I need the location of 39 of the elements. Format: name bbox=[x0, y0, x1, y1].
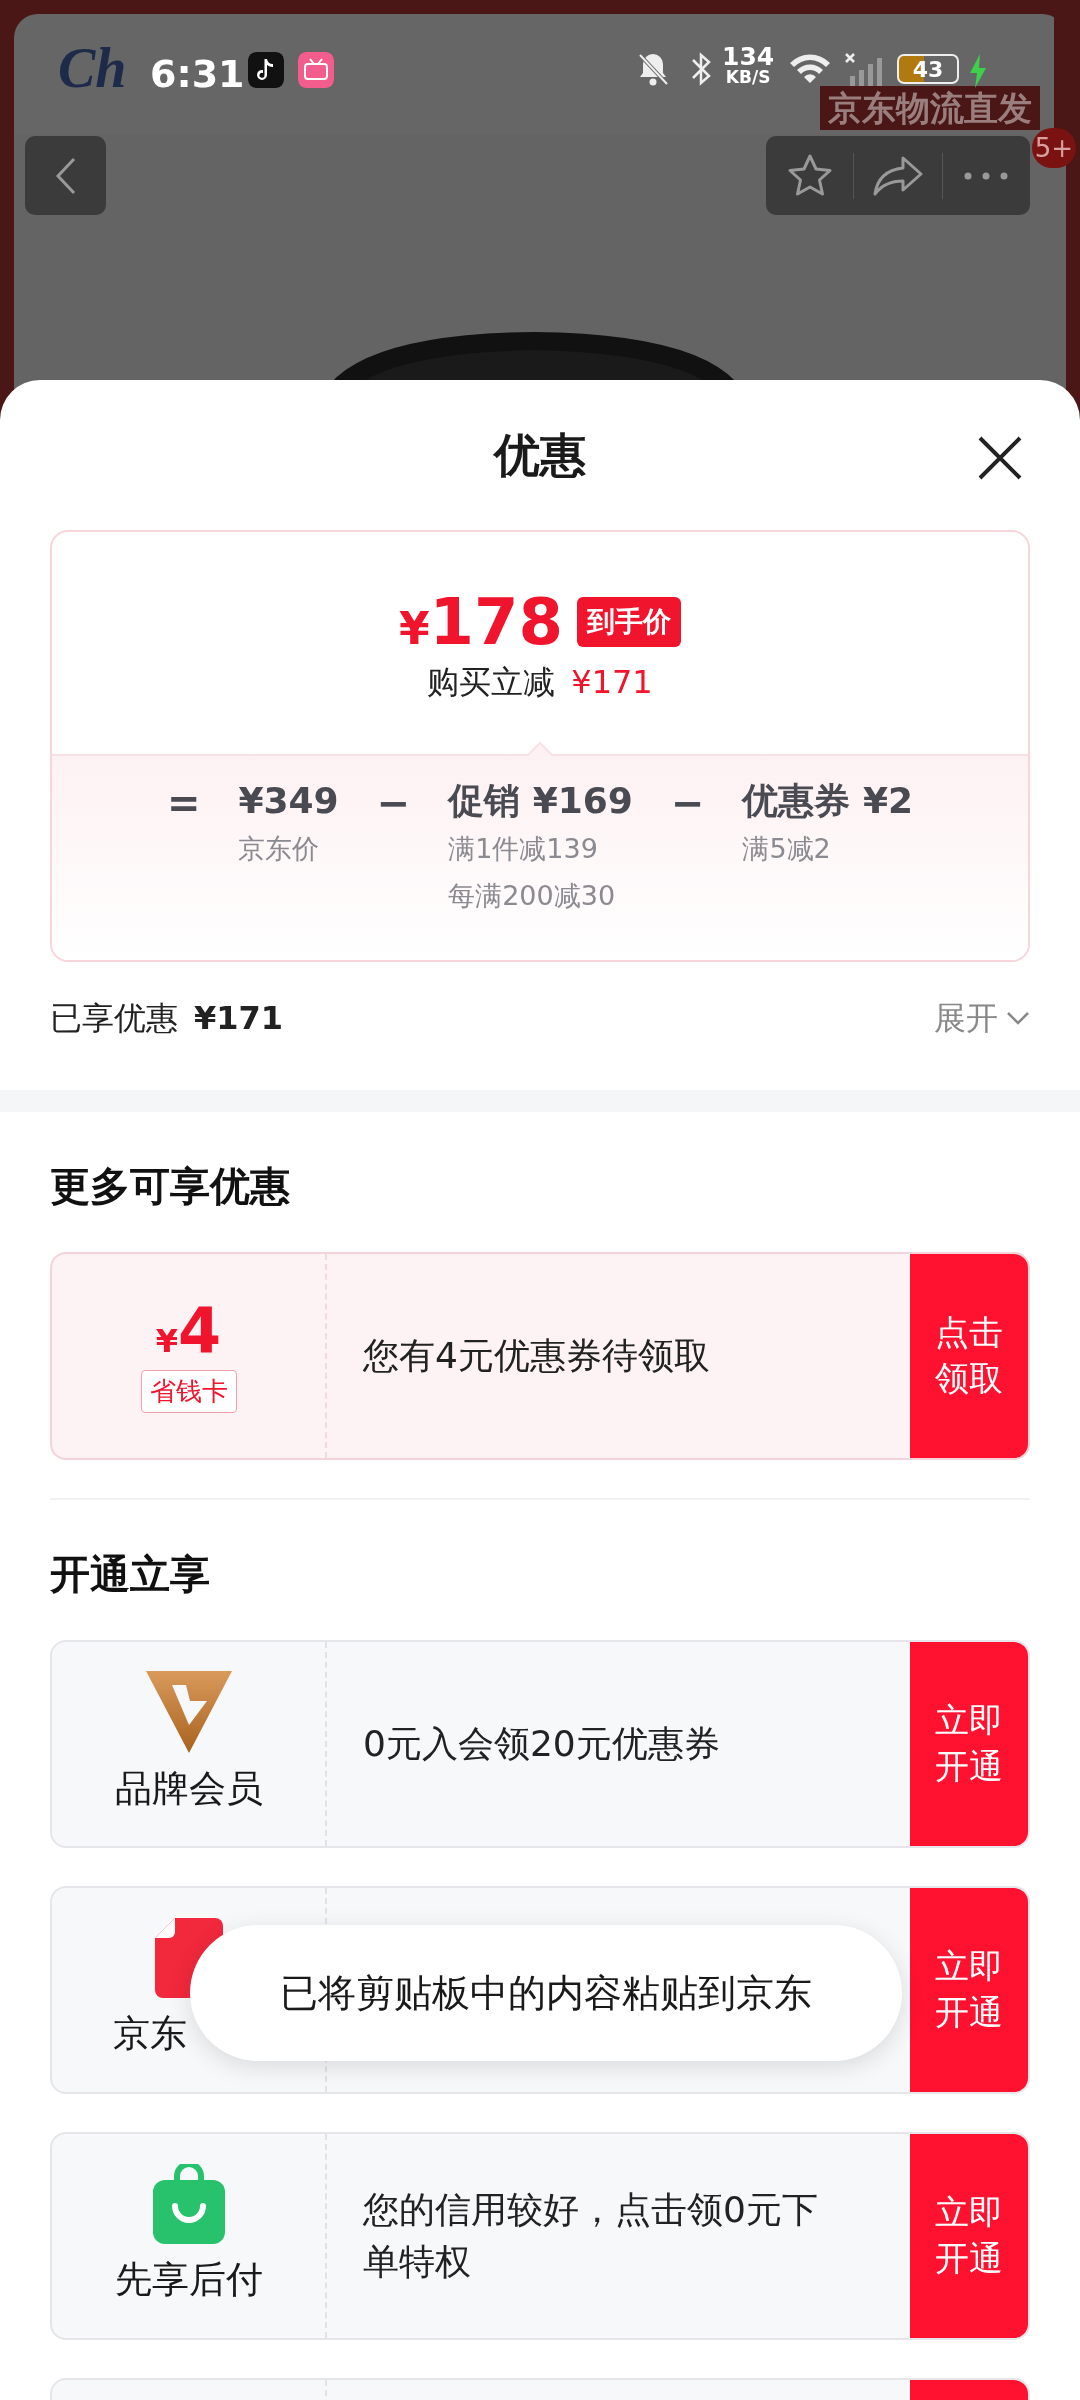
status-time: 6:31 bbox=[150, 51, 245, 98]
sheet-title: 优惠 bbox=[494, 426, 586, 484]
paste-toast: 已将剪贴板中的内容粘贴到京东 bbox=[190, 1925, 902, 2061]
offer-label: 京东 bbox=[112, 2011, 188, 2058]
offer-action-button[interactable]: 立即开通 bbox=[910, 1642, 1028, 1846]
offer-label: 品牌会员 bbox=[114, 1766, 263, 1813]
count-badge: 5+ bbox=[1032, 128, 1076, 168]
offer-description: 0元入会领20元优惠券 bbox=[363, 1721, 720, 1766]
offer-label: 先享后付 bbox=[114, 2257, 263, 2304]
breakdown-note: 满1件减139 bbox=[448, 832, 599, 866]
operator-sign: − bbox=[376, 779, 411, 828]
coupon-tag: 省钱卡 bbox=[140, 1369, 237, 1413]
expand-toggle[interactable]: 展开 bbox=[934, 994, 1030, 1042]
section-heading: 更多可享优惠 bbox=[50, 1162, 291, 1211]
banner-text: 京东物流直发 bbox=[820, 86, 1040, 131]
saving-label: 购买立减 bbox=[427, 662, 556, 703]
coupon-amount: ¥4 bbox=[155, 1299, 222, 1362]
section-heading: 开通立享 bbox=[50, 1550, 211, 1599]
offer-description: 您的信用较好，点击领0元下单特权 bbox=[363, 2187, 819, 2284]
operator-sign: − bbox=[670, 779, 705, 828]
offer-action-button[interactable]: 立即开通 bbox=[910, 1888, 1028, 2092]
operator-sign: = bbox=[166, 779, 201, 828]
breakdown-note: 京东价 bbox=[238, 832, 321, 866]
breakdown-amount: 优惠券 ¥2 bbox=[742, 779, 914, 823]
breakdown-note: 满5减2 bbox=[742, 832, 832, 866]
breakdown-amount: 促销 ¥169 bbox=[448, 779, 633, 823]
breakdown-note: 每满200减30 bbox=[448, 878, 617, 913]
final-price: ¥178 bbox=[398, 590, 564, 654]
speed-unit: KB/S bbox=[724, 69, 772, 86]
price-tag: 到手价 bbox=[577, 597, 682, 647]
breakdown-amount: ¥349 bbox=[238, 779, 339, 823]
offer-action-button[interactable]: 点击领取 bbox=[910, 1254, 1028, 1458]
enjoyed-label: 已享优惠 bbox=[50, 998, 178, 1039]
offer-description: 您有4元优惠券待领取 bbox=[363, 1333, 710, 1378]
offer-action-button[interactable]: 立即开通 bbox=[910, 2134, 1028, 2338]
brand-logo: Ch bbox=[58, 40, 127, 96]
saving-amount: ¥171 bbox=[571, 662, 653, 703]
enjoyed-amount: ¥171 bbox=[194, 998, 284, 1039]
speed-value: 134 bbox=[722, 44, 775, 69]
